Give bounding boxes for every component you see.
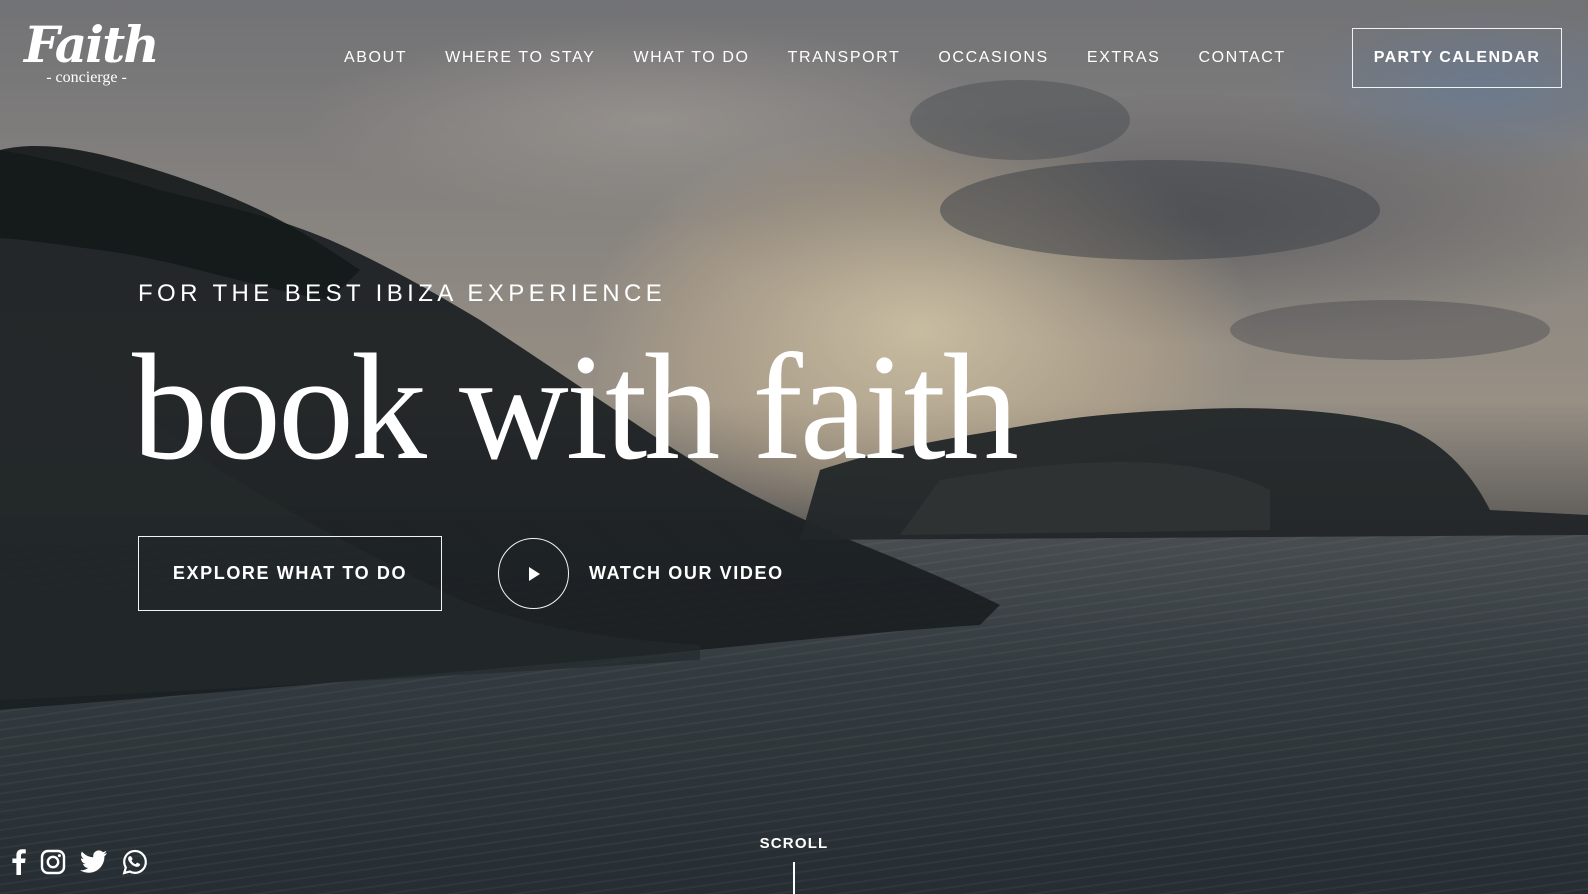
watch-video-label: WATCH OUR VIDEO bbox=[589, 563, 784, 583]
nav-item-contact[interactable]: CONTACT bbox=[1198, 44, 1285, 72]
brand-logo[interactable]: Faith - concierge - bbox=[24, 15, 160, 102]
play-circle[interactable] bbox=[498, 538, 569, 609]
nav-item-where-to-stay[interactable]: WHERE TO STAY bbox=[445, 44, 595, 72]
nav-item-extras[interactable]: EXTRAS bbox=[1087, 44, 1161, 72]
nav-item-occasions[interactable]: OCCASIONS bbox=[938, 44, 1048, 72]
hero-headline: book with faith bbox=[132, 323, 1019, 491]
party-calendar-button[interactable]: PARTY CALENDAR bbox=[1352, 28, 1562, 88]
social-links bbox=[12, 846, 148, 878]
nav-item-what-to-do[interactable]: WHAT TO DO bbox=[633, 44, 749, 72]
main-nav: ABOUT WHERE TO STAY WHAT TO DO TRANSPORT… bbox=[344, 44, 1324, 72]
watch-video-button[interactable]: WATCH OUR VIDEO bbox=[498, 536, 784, 611]
nav-item-about[interactable]: ABOUT bbox=[344, 44, 407, 72]
twitter-icon[interactable] bbox=[80, 850, 108, 874]
explore-what-to-do-button[interactable]: EXPLORE WHAT TO DO bbox=[138, 536, 442, 611]
hero-section: Faith - concierge - ABOUT WHERE TO STAY … bbox=[0, 0, 1588, 894]
nav-item-transport[interactable]: TRANSPORT bbox=[788, 44, 901, 72]
hero-eyebrow: FOR THE BEST IBIZA EXPERIENCE bbox=[138, 280, 667, 307]
play-icon bbox=[528, 566, 540, 581]
scroll-line bbox=[793, 862, 795, 894]
facebook-icon[interactable] bbox=[12, 849, 26, 875]
instagram-icon[interactable] bbox=[40, 849, 66, 875]
whatsapp-icon[interactable] bbox=[122, 849, 148, 875]
logo-wordmark: Faith bbox=[24, 15, 160, 74]
scroll-indicator[interactable]: SCROLL bbox=[754, 834, 834, 894]
scroll-label: SCROLL bbox=[759, 835, 829, 852]
